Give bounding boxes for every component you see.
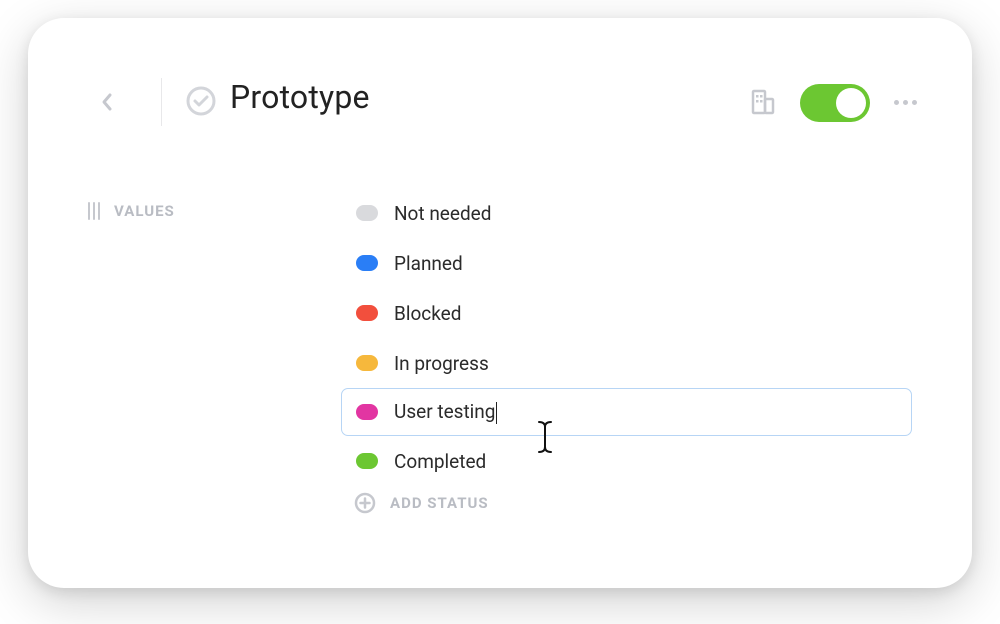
status-color-dot <box>356 453 378 469</box>
more-button[interactable] <box>890 90 920 114</box>
status-name-label: Blocked <box>394 302 461 325</box>
toggle-knob <box>836 88 866 118</box>
status-row[interactable]: Not needed <box>342 188 912 238</box>
status-list: Not needed Planned Blocked In progress User … <box>342 188 912 514</box>
status-name-label: Planned <box>394 252 463 275</box>
add-status-label: ADD STATUS <box>390 494 489 512</box>
page-title[interactable]: Prototype <box>230 78 370 116</box>
enable-toggle[interactable] <box>800 84 870 122</box>
more-horizontal-icon <box>894 100 899 105</box>
status-row[interactable]: Completed <box>342 436 912 486</box>
status-row[interactable]: Planned <box>342 238 912 288</box>
status-name-label: Not needed <box>394 202 491 225</box>
chevron-left-icon <box>101 92 115 112</box>
status-color-dot <box>356 355 378 371</box>
status-row[interactable]: User testing <box>341 388 912 436</box>
settings-panel: Prototype VALUES Not neededPlannedBlocke <box>28 18 972 588</box>
status-name-input[interactable]: User testing <box>394 400 497 424</box>
back-button[interactable] <box>94 88 122 116</box>
add-status-button[interactable]: ADD STATUS <box>342 492 912 514</box>
status-row[interactable]: In progress <box>342 338 912 388</box>
check-circle-icon <box>184 84 218 118</box>
status-color-dot <box>356 255 378 271</box>
header-divider <box>161 78 162 126</box>
status-color-dot <box>356 305 378 321</box>
status-color-dot <box>356 404 378 420</box>
building-icon[interactable] <box>749 88 777 116</box>
values-section-header[interactable]: VALUES <box>88 202 175 220</box>
text-caret <box>496 402 497 424</box>
status-name-label: In progress <box>394 352 489 375</box>
values-label: VALUES <box>114 202 175 220</box>
status-color-dot <box>356 205 378 221</box>
header: Prototype <box>28 68 972 138</box>
drag-handle-icon <box>88 202 100 220</box>
plus-circle-icon <box>354 492 376 514</box>
status-row[interactable]: Blocked <box>342 288 912 338</box>
status-name-label: Completed <box>394 450 486 473</box>
